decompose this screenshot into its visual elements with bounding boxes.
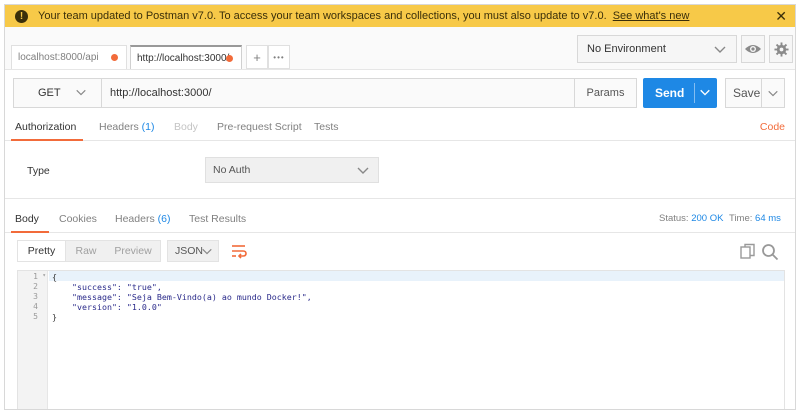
request-tab-localhost-3000[interactable]: http://localhost:3000/ [130, 45, 242, 69]
code-line: "success": "true", [52, 282, 162, 292]
code-line: { [52, 272, 57, 282]
response-view-toggle: Pretty Raw Preview [17, 240, 161, 262]
raw-button[interactable]: Raw [66, 241, 106, 261]
tab-authorization[interactable]: Authorization [15, 121, 76, 133]
active-line-highlight [49, 271, 784, 281]
copy-icon[interactable] [739, 243, 757, 261]
pretty-button[interactable]: Pretty [18, 241, 66, 261]
environment-value: No Environment [587, 43, 666, 55]
tab-cookies[interactable]: Cookies [59, 213, 97, 225]
see-whats-new-link[interactable]: See what's new [613, 10, 690, 22]
code-link[interactable]: Code [760, 121, 785, 133]
unsaved-dot-icon [111, 54, 118, 61]
update-banner: ! Your team updated to Postman v7.0. To … [5, 5, 795, 27]
authorization-panel: Type No Auth [5, 141, 795, 199]
tab-test-results[interactable]: Test Results [189, 213, 246, 225]
fold-icon[interactable]: ▾ [42, 272, 46, 279]
response-time: Time: 64 ms [729, 213, 781, 224]
tab-more-button[interactable]: ••• [268, 45, 290, 69]
save-label: Save [733, 86, 761, 100]
tab-label: http://localhost:3000/ [137, 52, 230, 64]
send-label: Send [655, 86, 685, 100]
postman-window: ! Your team updated to Postman v7.0. To … [4, 4, 796, 410]
time-value: 64 ms [755, 213, 781, 224]
banner-message: Your team updated to Postman v7.0. To ac… [38, 10, 689, 22]
request-url-bar: GET http://localhost:3000/ Params [13, 78, 637, 108]
method-select[interactable]: GET [14, 79, 102, 107]
search-icon[interactable] [761, 243, 779, 261]
code-line: } [52, 312, 57, 322]
close-icon[interactable]: ✕ [775, 8, 787, 24]
auth-type-label: Type [27, 165, 50, 177]
gear-icon [773, 41, 789, 57]
tab-label: localhost:8000/api [18, 52, 99, 63]
line-number: 4 [33, 302, 38, 311]
response-headers-count: (6) [157, 213, 171, 225]
request-tab-bar: localhost:8000/api http://localhost:3000… [5, 27, 795, 70]
wrap-lines-icon [232, 245, 247, 259]
new-tab-button[interactable]: + [246, 45, 268, 69]
format-value: JSON [175, 245, 204, 257]
tab-response-body[interactable]: Body [15, 213, 39, 225]
save-button[interactable]: Save [725, 78, 785, 108]
headers-count: (1) [141, 121, 155, 133]
response-status: Status: 200 OK [659, 213, 723, 224]
chevron-down-icon[interactable] [699, 86, 711, 98]
tab-headers[interactable]: Headers (1) [99, 121, 154, 133]
chevron-down-icon [714, 46, 726, 53]
banner-text: Your team updated to Postman v7.0. To ac… [38, 10, 607, 22]
tab-headers-label: Headers [99, 121, 139, 133]
manage-environments-button[interactable] [769, 35, 793, 63]
params-button[interactable]: Params [574, 79, 636, 107]
url-input[interactable]: http://localhost:3000/ [110, 79, 212, 107]
line-number: 2 [33, 282, 38, 291]
code-line: "version": "1.0.0" [52, 302, 162, 312]
save-divider [761, 79, 762, 107]
send-button[interactable]: Send [643, 78, 717, 108]
status-value: 200 OK [691, 213, 724, 224]
tab-response-headers-label: Headers [115, 213, 155, 225]
line-number: 1 [33, 272, 38, 281]
auth-type-value: No Auth [213, 164, 251, 176]
response-body-editor[interactable]: 1 ▾ 2 3 4 5 { "success": "true", "messag… [17, 270, 785, 409]
chevron-down-icon [357, 167, 369, 174]
code-line: "message": "Seja Bem-Vindo(a) ao mundo D… [52, 292, 312, 302]
active-tab-indicator [11, 231, 49, 233]
status-label: Status: [659, 213, 689, 224]
tab-body[interactable]: Body [174, 121, 198, 133]
send-divider [694, 83, 695, 103]
wrap-lines-button[interactable] [227, 240, 251, 262]
request-tabs: Authorization Headers (1) Body Pre-reque… [5, 113, 795, 141]
request-tab-localhost-8000[interactable]: localhost:8000/api [11, 45, 127, 69]
chevron-down-icon [76, 89, 86, 96]
environment-select[interactable]: No Environment [577, 35, 737, 63]
chevron-down-icon [202, 248, 212, 255]
tab-pre-request-script[interactable]: Pre-request Script [217, 121, 302, 133]
line-number: 5 [33, 312, 38, 321]
eye-icon [745, 45, 761, 53]
time-label: Time: [729, 213, 753, 224]
response-format-select[interactable]: JSON [167, 240, 219, 262]
line-number-gutter: 1 ▾ 2 3 4 5 [18, 271, 48, 409]
tab-tests[interactable]: Tests [314, 121, 339, 133]
unsaved-dot-icon [226, 55, 233, 62]
response-tabs: Body Cookies Headers (6) Test Results St… [5, 205, 795, 233]
auth-type-select[interactable]: No Auth [205, 157, 379, 183]
line-number: 3 [33, 292, 38, 301]
preview-button[interactable]: Preview [106, 241, 160, 261]
method-value: GET [38, 87, 61, 99]
tab-response-headers[interactable]: Headers (6) [115, 213, 170, 225]
environment-quick-look-button[interactable] [741, 35, 765, 63]
chevron-down-icon[interactable] [767, 87, 779, 99]
warning-icon: ! [15, 9, 28, 23]
